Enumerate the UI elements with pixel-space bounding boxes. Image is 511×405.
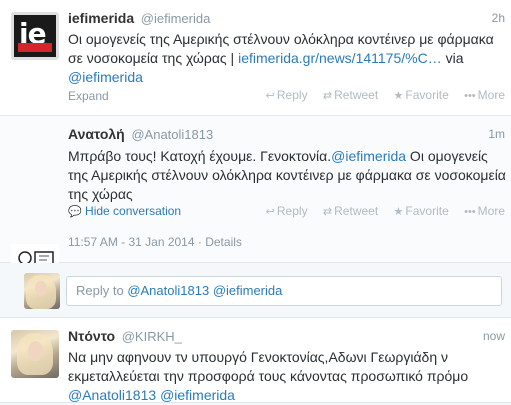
avatar-iefimerida[interactable]: ie: [11, 12, 59, 60]
tweet-actions: ↩ Reply ⇄ Retweet ★ Favorite ••• More: [254, 204, 505, 218]
tweet-actions: ↩ Reply ⇄ Retweet ★ Favorite ••• More: [254, 88, 505, 102]
tweet-header: iefimerida @iefimerida: [68, 10, 210, 26]
tweet-time[interactable]: now: [483, 329, 505, 343]
favorite-button[interactable]: ★ Favorite: [394, 204, 449, 218]
user-name[interactable]: Ντόντο: [68, 328, 115, 344]
ie-logo-bar: [18, 43, 52, 52]
star-icon: ★: [393, 206, 404, 218]
reply-input[interactable]: Reply to @Anatoli1813 @iefimerida: [66, 276, 502, 306]
user-handle[interactable]: @KIRKH_: [122, 329, 182, 344]
tweet-text-plain: Να μην αφηνουν τν υπουργό Γενοκτονίας,Αδ…: [68, 349, 469, 384]
avatar-kirkh[interactable]: [11, 330, 59, 378]
more-button[interactable]: ••• More: [464, 204, 505, 218]
tweet-header: Ντόντο @KIRKH_: [68, 328, 182, 344]
tweet-text-plain: Μπράβο τους! Κατοχή έχουμε. Γενοκτονία.: [68, 148, 332, 164]
reply-mention-2: @iefimerida: [212, 283, 283, 298]
tweet-iefimerida[interactable]: ie iefimerida @iefimerida 2h Οι ομογενεί…: [0, 0, 511, 116]
tweet-datetime[interactable]: 11:57 AM - 31 Jan 2014: [68, 235, 195, 249]
reply-button[interactable]: ↩ Reply: [266, 88, 308, 102]
favorite-button[interactable]: ★ Favorite: [394, 88, 449, 102]
expand-link[interactable]: Expand: [68, 89, 109, 103]
tweet-mention-link-2[interactable]: @iefimerida: [160, 387, 235, 403]
speech-bubble-icon: 💬: [68, 206, 82, 218]
tweet-mention-link-1[interactable]: @Anatoli1813: [68, 387, 156, 403]
avatar-face: [28, 341, 43, 361]
reply-arrow-icon: ↩: [265, 206, 275, 218]
tweet-mention-link[interactable]: @iefimerida: [68, 69, 143, 85]
current-user-avatar: [24, 273, 60, 309]
more-button[interactable]: ••• More: [464, 88, 505, 102]
hide-conversation-link[interactable]: 💬 Hide conversation: [68, 204, 181, 218]
retweet-icon: ⇄: [322, 206, 333, 218]
retweet-button[interactable]: ⇄ Retweet: [323, 204, 378, 218]
tweet-mention-link[interactable]: @iefimerida: [331, 148, 406, 164]
details-link[interactable]: Details: [205, 235, 242, 249]
tweet-header: Ανατολή @Anatoli1813: [68, 126, 213, 142]
tweet-text: Να μην αφηνουν τν υπουργό Γενοκτονίας,Αδ…: [68, 348, 508, 405]
user-handle[interactable]: @Anatoli1813: [131, 127, 213, 142]
user-handle[interactable]: @iefimerida: [141, 11, 211, 26]
tweet-url-link[interactable]: iefimerida.gr/news/141175/%C…: [238, 50, 442, 66]
tweet-timestamp-row: 11:57 AM - 31 Jan 2014 · Details: [68, 235, 242, 249]
reply-button[interactable]: ↩ Reply: [266, 204, 308, 218]
tweet-time[interactable]: 2h: [492, 11, 505, 25]
tweet-via: via: [441, 50, 464, 66]
dots-icon: •••: [464, 90, 476, 102]
tweet-kirkh[interactable]: Ντόντο @KIRKH_ now Να μην αφηνουν τν υπο…: [0, 318, 511, 403]
dots-icon: •••: [464, 206, 476, 218]
user-name[interactable]: Ανατολή: [68, 126, 125, 142]
reply-arrow-icon: ↩: [265, 90, 275, 102]
retweet-icon: ⇄: [322, 90, 333, 102]
reply-mention-1: @Anatoli1813: [127, 283, 210, 298]
separator: ·: [194, 235, 206, 249]
tweet-time[interactable]: 1m: [488, 127, 505, 141]
tweet-text: Μπράβο τους! Κατοχή έχουμε. Γενοκτονία.@…: [68, 147, 508, 204]
retweet-button[interactable]: ⇄ Retweet: [323, 88, 378, 102]
star-icon: ★: [393, 90, 404, 102]
tweet-anatoli[interactable]: Ανατολή @Anatoli1813 1m Μπράβο τους! Κατ…: [0, 116, 511, 292]
tweet-text: Οι ομογενείς της Αμερικής στέλνουν ολόκλ…: [68, 30, 508, 87]
avatar-face: [35, 281, 47, 296]
user-name[interactable]: iefimerida: [68, 10, 134, 26]
